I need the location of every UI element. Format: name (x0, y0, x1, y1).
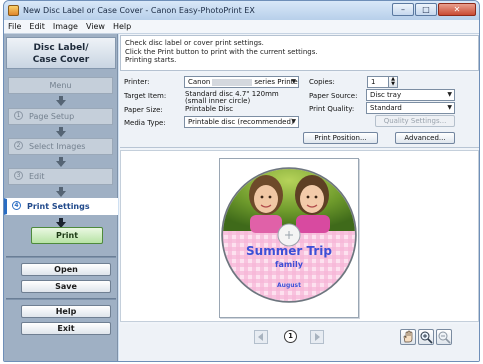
quality-settings-button[interactable]: Quality Settings... (375, 115, 455, 127)
sidebar-item-label: Menu (49, 81, 72, 90)
print-position-button[interactable]: Print Position... (303, 132, 378, 144)
zoom-in-button[interactable] (418, 329, 434, 345)
media-type-label: Media Type: (124, 119, 166, 127)
hand-icon (403, 330, 413, 343)
print-quality-value: Standard (370, 104, 402, 112)
redacted-model (212, 78, 253, 86)
menu-image[interactable]: Image (49, 22, 82, 31)
save-button[interactable]: Save (21, 280, 111, 293)
sidebar-item-print-settings[interactable]: 4 Print Settings (4, 198, 118, 215)
menu-file[interactable]: File (4, 22, 25, 31)
page-number: 1 (284, 330, 297, 343)
menu-bar: File Edit Image View Help (4, 20, 479, 34)
copies-stepper[interactable]: ▲ ▼ (388, 76, 398, 88)
sidebar-item-select-images[interactable]: 2 Select Images (8, 138, 113, 155)
sidebar-item-label: Page Setup (29, 112, 75, 121)
window-title: New Disc Label or Case Cover - Canon Eas… (23, 6, 255, 15)
main-area: Check disc label or cover print settings… (119, 34, 479, 361)
close-button[interactable]: ✕ (438, 3, 476, 16)
media-type-value: Printable disc (recommended) (188, 118, 294, 126)
maximize-button[interactable]: □ (415, 3, 437, 16)
media-type-select[interactable]: Printable disc (recommended) ▼ (184, 116, 299, 128)
print-quality-select[interactable]: Standard ▼ (366, 102, 455, 114)
preview-toolbar: 1 (120, 324, 479, 361)
previous-page-button[interactable] (254, 330, 268, 344)
instructions-panel: Check disc label or cover print settings… (120, 35, 479, 71)
menu-edit[interactable]: Edit (25, 22, 49, 31)
print-quality-label: Print Quality: (309, 105, 355, 113)
next-page-button[interactable] (310, 330, 324, 344)
print-button[interactable]: Print (31, 227, 103, 244)
sidebar-item-page-setup[interactable]: 1 Page Setup (8, 108, 113, 125)
magnifier-minus-icon (438, 331, 451, 344)
chevron-down-icon: ▼ (447, 91, 452, 98)
paper-source-select[interactable]: Disc tray ▼ (366, 89, 455, 101)
paper-size-value: Printable Disc (185, 105, 234, 113)
arrow-down-icon (56, 157, 66, 167)
sidebar-divider (6, 256, 116, 258)
menu-help[interactable]: Help (109, 22, 135, 31)
print-settings-panel: Printer: Canon series Printer ▼ Target It… (120, 73, 479, 148)
help-button[interactable]: Help (21, 305, 111, 318)
instruction-line: Printing starts. (125, 56, 177, 64)
window-controls: – □ ✕ (392, 3, 476, 16)
step-number-badge: 2 (14, 141, 23, 150)
arrow-down-icon (56, 127, 66, 137)
sidebar-title-line1: Disc Label/ (33, 43, 89, 53)
instruction-line: Click the Print button to print with the… (125, 47, 318, 56)
triangle-right-icon (315, 333, 320, 341)
disc-month: August (277, 282, 301, 289)
sidebar-item-label: Edit (29, 172, 45, 181)
app-window: New Disc Label or Case Cover - Canon Eas… (3, 0, 480, 362)
chevron-down-icon: ▼ (447, 104, 452, 111)
step-number-badge: 3 (14, 171, 23, 180)
copies-label: Copies: (309, 78, 335, 86)
chevron-down-icon[interactable]: ▼ (389, 82, 397, 87)
printer-prefix: Canon (188, 78, 211, 86)
open-button[interactable]: Open (21, 263, 111, 276)
triangle-left-icon (258, 333, 263, 341)
paper-source-label: Paper Source: (309, 92, 358, 100)
step-number-badge: 1 (14, 111, 23, 120)
paper-size-label: Paper Size: (124, 106, 163, 114)
copies-input[interactable]: 1 (367, 76, 389, 88)
minimize-button[interactable]: – (392, 3, 414, 16)
sidebar-item-label: Print Settings (27, 202, 90, 211)
sidebar-title-line2: Case Cover (32, 55, 90, 65)
printer-label: Printer: (124, 78, 150, 86)
disc-subtitle: family (275, 260, 304, 269)
step-number-badge: 4 (12, 201, 21, 210)
print-preview-area: Summer Trip family August (120, 150, 479, 322)
arrow-down-icon (56, 187, 66, 197)
chevron-down-icon: ▼ (291, 78, 296, 85)
hand-tool-button[interactable] (400, 329, 416, 345)
exit-button[interactable]: Exit (21, 322, 111, 335)
advanced-button[interactable]: Advanced... (395, 132, 455, 144)
zoom-out-button[interactable] (436, 329, 452, 345)
app-icon (8, 5, 19, 16)
target-item-label: Target Item: (124, 92, 167, 100)
title-bar: New Disc Label or Case Cover - Canon Eas… (4, 1, 479, 20)
sidebar: Disc Label/ Case Cover Menu 1 Page Setup … (4, 34, 118, 361)
menu-view[interactable]: View (82, 22, 109, 31)
sidebar-title: Disc Label/ Case Cover (6, 37, 116, 69)
instruction-line: Check disc label or cover print settings… (125, 39, 264, 47)
arrow-down-icon (56, 96, 66, 106)
preview-page: Summer Trip family August (219, 158, 359, 318)
sidebar-item-edit[interactable]: 3 Edit (8, 168, 113, 185)
sidebar-item-label: Select Images (29, 142, 86, 151)
sidebar-item-menu[interactable]: Menu (8, 77, 113, 94)
paper-source-value: Disc tray (370, 91, 402, 99)
sidebar-divider (6, 298, 116, 300)
disc-label-preview: Summer Trip family August (221, 167, 357, 303)
magnifier-plus-icon (420, 331, 433, 344)
printer-select[interactable]: Canon series Printer ▼ (184, 76, 299, 88)
chevron-down-icon: ▼ (291, 118, 296, 125)
